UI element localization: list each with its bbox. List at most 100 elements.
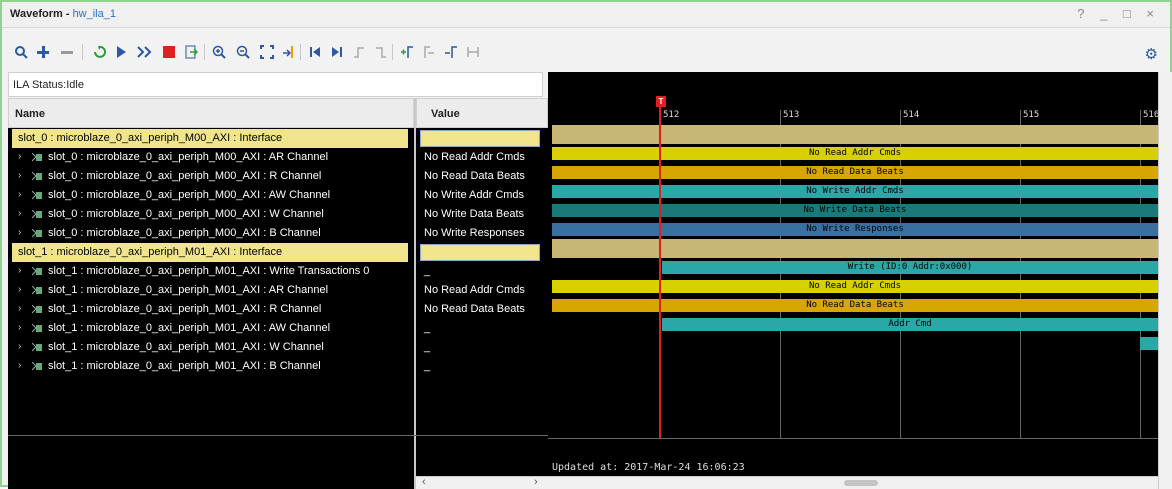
add-marker-icon[interactable]	[398, 43, 416, 61]
signal-value-text: No Read Data Beats	[424, 170, 525, 182]
expand-arrow-icon[interactable]: ›	[18, 208, 21, 219]
zoom-fit-icon[interactable]	[258, 43, 276, 61]
wave-bar[interactable]: No Write Addr Cmds	[552, 185, 1158, 198]
next-marker-icon[interactable]	[442, 43, 460, 61]
next-transition-icon[interactable]	[372, 43, 390, 61]
time-tick-label: 516	[1143, 110, 1160, 120]
trigger-marker[interactable]: T	[656, 96, 666, 107]
wave-bar[interactable]: No Write Data Beats	[552, 204, 1158, 217]
zoom-out-icon[interactable]	[234, 43, 252, 61]
wave-bar[interactable]: No Read Addr Cmds	[552, 280, 1158, 293]
wave-bar[interactable]: No Read Addr Cmds	[552, 147, 1158, 160]
waveform-hscrollbar[interactable]	[548, 476, 1158, 489]
swap-cursors-icon[interactable]	[464, 43, 482, 61]
expand-arrow-icon[interactable]: ›	[18, 341, 21, 352]
stop-icon[interactable]	[160, 43, 178, 61]
time-tick-label: 513	[783, 110, 800, 120]
expand-arrow-icon[interactable]: ›	[18, 360, 21, 371]
time-tick-label: 512	[663, 110, 680, 120]
signal-row[interactable]: › slot_1 : microblaze_0_axi_periph_M01_AX…	[8, 281, 414, 300]
signal-value-text: _	[424, 322, 431, 334]
window-controls[interactable]: ? _ □ ×	[1077, 6, 1160, 21]
waveform-vscrollbar[interactable]	[1158, 72, 1172, 489]
signal-row[interactable]: › slot_1 : microblaze_0_axi_periph_M01_AX…	[8, 357, 414, 376]
expand-arrow-icon[interactable]: ›	[18, 170, 21, 181]
signal-row[interactable]: › slot_0 : microblaze_0_axi_periph_M00_AX…	[8, 205, 414, 224]
value-scrollbar[interactable]: ‹ ›	[416, 476, 548, 489]
search-icon[interactable]	[12, 43, 30, 61]
run-immediate-icon[interactable]	[136, 43, 154, 61]
expand-arrow-icon[interactable]: ›	[18, 151, 21, 162]
signal-label: slot_1 : microblaze_0_axi_periph_M01_AXI…	[48, 341, 324, 353]
wave-divider	[548, 438, 1158, 439]
go-to-start-icon[interactable]	[306, 43, 324, 61]
toolbar: ⚙	[2, 29, 1170, 71]
toolbar-separator	[392, 44, 393, 60]
waveform-panel: 512 513 514 515 516 No Read Addr Cmds No Read…	[548, 72, 1172, 489]
signal-label: slot_1 : microblaze_0_axi_periph_M01_AXI…	[48, 322, 331, 334]
zoom-in-icon[interactable]	[210, 43, 228, 61]
window-title: Waveform - hw_ila_1	[10, 8, 116, 20]
signal-value-text: No Read Addr Cmds	[424, 151, 525, 163]
run-trigger-icon[interactable]	[90, 43, 108, 61]
go-to-cursor-icon[interactable]	[280, 43, 298, 61]
wave-bar[interactable]: No Read Data Beats	[552, 166, 1158, 179]
signal-row[interactable]: › slot_1 : microblaze_0_axi_periph_M01_AX…	[8, 262, 414, 281]
bus-icon	[31, 361, 42, 371]
previous-transition-icon[interactable]	[350, 43, 368, 61]
signal-label: slot_0 : microblaze_0_axi_periph_M00_AXI…	[48, 189, 331, 201]
signal-row[interactable]: › slot_0 : microblaze_0_axi_periph_M00_AX…	[8, 186, 414, 205]
signal-value-text: No Write Data Beats	[424, 208, 525, 220]
gear-icon[interactable]: ⚙	[1145, 45, 1158, 63]
signal-label: slot_1 : microblaze_0_axi_periph_M01_AXI…	[18, 246, 283, 258]
signal-row[interactable]: slot_1 : microblaze_0_axi_periph_M01_AXI…	[12, 243, 408, 262]
waveform-canvas[interactable]: 512 513 514 515 516 No Read Addr Cmds No Read…	[548, 72, 1172, 489]
go-to-end-icon[interactable]	[328, 43, 346, 61]
signal-value-text: _	[424, 341, 431, 353]
export-icon[interactable]	[182, 43, 200, 61]
expand-arrow-icon[interactable]: ›	[18, 189, 21, 200]
wave-bar[interactable]: No Write Responses	[552, 223, 1158, 236]
bus-icon	[31, 171, 42, 181]
updated-timestamp: Updated at: 2017-Mar-24 16:06:23	[552, 462, 745, 473]
signal-label: slot_1 : microblaze_0_axi_periph_M01_AXI…	[48, 284, 329, 296]
wave-bar[interactable]	[552, 125, 1158, 144]
wave-bar[interactable]	[552, 239, 1158, 258]
value-column-header[interactable]: Value	[416, 98, 548, 128]
signal-row[interactable]: › slot_1 : microblaze_0_axi_periph_M01_AX…	[8, 319, 414, 338]
expand-arrow-icon[interactable]: ›	[18, 303, 21, 314]
wave-bar[interactable]: Addr Cmd	[662, 318, 1158, 331]
remove-icon[interactable]	[58, 43, 76, 61]
signal-row[interactable]: › slot_0 : microblaze_0_axi_periph_M00_AX…	[8, 148, 414, 167]
signal-label: slot_0 : microblaze_0_axi_periph_M00_AXI…	[48, 170, 322, 182]
signal-value: No Write Data Beats	[418, 205, 548, 224]
signal-row[interactable]: › slot_0 : microblaze_0_axi_periph_M00_AX…	[8, 167, 414, 186]
expand-arrow-icon[interactable]: ›	[18, 265, 21, 276]
signal-label: slot_0 : microblaze_0_axi_periph_M00_AXI…	[48, 151, 329, 163]
time-tick-label: 515	[1023, 110, 1040, 120]
toolbar-separator	[300, 44, 301, 60]
wave-bar[interactable]: No Read Data Beats	[552, 299, 1158, 312]
play-icon[interactable]	[112, 43, 130, 61]
name-column-header[interactable]: Name	[8, 98, 414, 128]
previous-marker-icon[interactable]	[420, 43, 438, 61]
waveform-window: Waveform - hw_ila_1 ? _ □ × ⚙ ILA Status…	[0, 0, 1172, 489]
expand-arrow-icon[interactable]: ›	[18, 227, 21, 238]
add-icon[interactable]	[34, 43, 52, 61]
trigger-cursor[interactable]	[659, 96, 661, 438]
bus-icon	[31, 304, 42, 314]
bus-icon	[31, 190, 42, 200]
signal-row[interactable]: slot_0 : microblaze_0_axi_periph_M00_AXI…	[12, 129, 408, 148]
signal-value-text: No Read Data Beats	[424, 303, 525, 315]
scroll-thumb[interactable]	[844, 480, 878, 486]
signal-row[interactable]: › slot_1 : microblaze_0_axi_periph_M01_AX…	[8, 338, 414, 357]
wave-bar[interactable]: Write (ID:0 Addr:0x000)	[662, 261, 1158, 274]
signal-row[interactable]: › slot_1 : microblaze_0_axi_periph_M01_AX…	[8, 300, 414, 319]
wave-bar[interactable]	[1140, 337, 1158, 350]
toolbar-separator	[82, 44, 83, 60]
time-tick-label: 514	[903, 110, 920, 120]
expand-arrow-icon[interactable]: ›	[18, 284, 21, 295]
signal-row[interactable]: › slot_0 : microblaze_0_axi_periph_M00_AX…	[8, 224, 414, 243]
expand-arrow-icon[interactable]: ›	[18, 322, 21, 333]
column-splitter[interactable]	[414, 98, 416, 489]
